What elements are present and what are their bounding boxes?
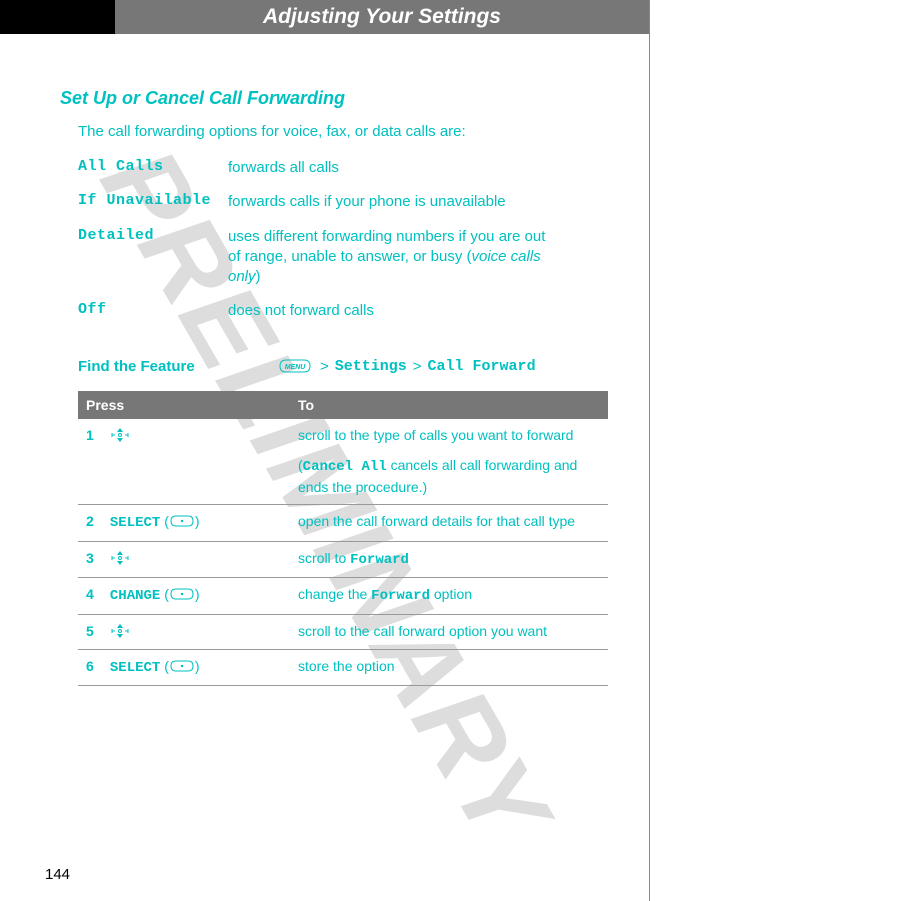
- softkey-icon: [169, 659, 195, 679]
- find-feature-path: MENU > Settings > Call Forward: [278, 358, 536, 375]
- header-accent: [0, 0, 115, 34]
- col-to: To: [290, 391, 608, 419]
- nav-key-icon: [110, 427, 130, 443]
- option-desc: forwards calls if your phone is unavaila…: [228, 192, 589, 212]
- gt-icon: >: [320, 358, 329, 375]
- option-term: Off: [78, 301, 228, 321]
- step-press: 3: [78, 541, 290, 578]
- step-to: open the call forward details for that c…: [290, 505, 608, 542]
- nav-key-icon: [110, 550, 130, 566]
- option-row: All Calls forwards all calls: [78, 158, 589, 178]
- option-row: Detailed uses different forwarding numbe…: [78, 227, 589, 288]
- option-row: Off does not forward calls: [78, 301, 589, 321]
- intro-text: The call forwarding options for voice, f…: [78, 123, 589, 140]
- option-desc: uses different forwarding numbers if you…: [228, 227, 589, 288]
- menu-key-icon: MENU: [278, 358, 314, 374]
- path-settings: Settings: [335, 358, 407, 375]
- svg-text:MENU: MENU: [285, 364, 307, 371]
- option-desc: does not forward calls: [228, 301, 589, 321]
- find-feature-row: Find the Feature MENU > Settings > Call …: [78, 358, 589, 375]
- step-to-extra: (Cancel All cancels all call forwarding …: [290, 452, 608, 505]
- option-term: If Unavailable: [78, 192, 228, 212]
- step-press: 4 CHANGE (): [78, 578, 290, 615]
- option-term: All Calls: [78, 158, 228, 178]
- step-to: store the option: [290, 649, 608, 686]
- step-press: 6 SELECT (): [78, 649, 290, 686]
- page-number: 144: [45, 866, 70, 883]
- softkey-icon: [169, 587, 195, 607]
- section-title: Set Up or Cancel Call Forwarding: [60, 88, 589, 109]
- nav-key-icon: [110, 623, 130, 639]
- step-press-empty: [78, 452, 290, 505]
- step-to: scroll to the type of calls you want to …: [290, 419, 608, 453]
- path-call-forward: Call Forward: [428, 358, 536, 375]
- option-term: Detailed: [78, 227, 228, 288]
- header-bar: Adjusting Your Settings: [0, 0, 649, 34]
- softkey-icon: [169, 514, 195, 534]
- col-press: Press: [78, 391, 290, 419]
- header-title: Adjusting Your Settings: [115, 0, 649, 34]
- option-row: If Unavailable forwards calls if your ph…: [78, 192, 589, 212]
- step-to: change the Forward option: [290, 578, 608, 615]
- step-press: 1: [78, 419, 290, 453]
- step-press: 2 SELECT (): [78, 505, 290, 542]
- steps-table: Press To 1 scroll to the type of calls y…: [78, 391, 608, 687]
- gt-icon: >: [413, 358, 422, 375]
- option-desc: forwards all calls: [228, 158, 589, 178]
- step-press: 5: [78, 615, 290, 650]
- step-to: scroll to Forward: [290, 541, 608, 578]
- find-feature-label: Find the Feature: [78, 358, 278, 375]
- step-to: scroll to the call forward option you wa…: [290, 615, 608, 650]
